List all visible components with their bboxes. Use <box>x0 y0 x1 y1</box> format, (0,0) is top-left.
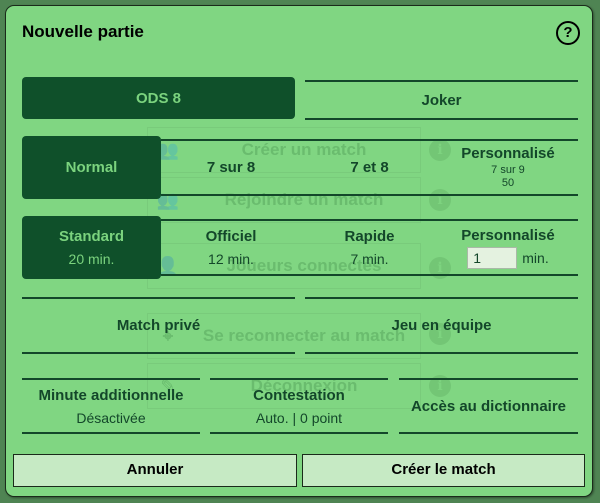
question-circle-icon[interactable]: ? <box>556 21 580 45</box>
option-label: Rapide <box>344 228 395 245</box>
dictionary-option-ods8[interactable]: ODS 8 <box>22 77 295 119</box>
option-label: Standard <box>58 228 124 245</box>
dictionary-option-joker[interactable]: Joker <box>305 80 578 120</box>
setting-label: Accès au dictionnaire <box>410 397 567 415</box>
new-game-dialog: 👥 Créer un match i 👥 Rejoindre un match … <box>5 5 593 497</box>
minutes-unit: min. <box>522 249 549 266</box>
option-label: 7 sur 8 <box>206 159 256 176</box>
mode-option-7-sur-8[interactable]: 7 sur 8 <box>161 139 301 196</box>
option-label: ODS 8 <box>135 89 181 107</box>
option-value: 12 min. <box>208 251 254 267</box>
timing-option-standard[interactable]: Standard 20 min. <box>22 216 161 279</box>
setting-label: Contestation <box>253 386 345 404</box>
setting-value: Auto. | 0 point <box>255 409 343 426</box>
toggle-label: Match privé <box>116 317 201 334</box>
option-label: Normal <box>65 159 118 176</box>
custom-minutes-row: min. <box>467 246 549 269</box>
timing-option-custom[interactable]: Personnalisé min. <box>438 219 578 276</box>
cancel-button[interactable]: Annuler <box>13 454 297 487</box>
custom-mode-letters: 7 sur 9 <box>491 164 525 176</box>
option-label: Personnalisé <box>461 145 555 162</box>
option-label: Joker <box>421 91 462 109</box>
extra-minute-setting[interactable]: Minute additionnelle Désactivée <box>22 378 200 434</box>
create-match-button[interactable]: Créer le match <box>302 454 585 487</box>
toggle-label: Jeu en équipe <box>391 317 492 334</box>
setting-label: Minute additionnelle <box>38 386 184 404</box>
option-label: 7 et 8 <box>350 159 389 176</box>
private-match-toggle[interactable]: Match privé <box>22 297 295 354</box>
option-value: 7 min. <box>350 251 389 267</box>
option-label: Officiel <box>205 228 257 245</box>
timing-option-rapide[interactable]: Rapide 7 min. <box>301 219 438 276</box>
mode-option-normal[interactable]: Normal <box>22 136 161 199</box>
custom-minutes-input[interactable] <box>467 246 518 269</box>
contest-setting[interactable]: Contestation Auto. | 0 point <box>210 378 388 434</box>
dialog-title: Nouvelle partie <box>22 22 144 41</box>
option-label: Personnalisé <box>461 226 555 244</box>
timing-option-officiel[interactable]: Officiel 12 min. <box>161 219 301 276</box>
team-play-toggle[interactable]: Jeu en équipe <box>305 297 578 354</box>
mode-option-custom[interactable]: Personnalisé 7 sur 9 50 <box>438 139 578 196</box>
setting-value: Désactivée <box>76 409 146 426</box>
custom-mode-value: 50 <box>501 177 515 189</box>
option-value: 20 min. <box>68 251 115 267</box>
dictionary-access-setting[interactable]: Accès au dictionnaire <box>399 378 578 434</box>
mode-option-7-et-8[interactable]: 7 et 8 <box>301 139 438 196</box>
